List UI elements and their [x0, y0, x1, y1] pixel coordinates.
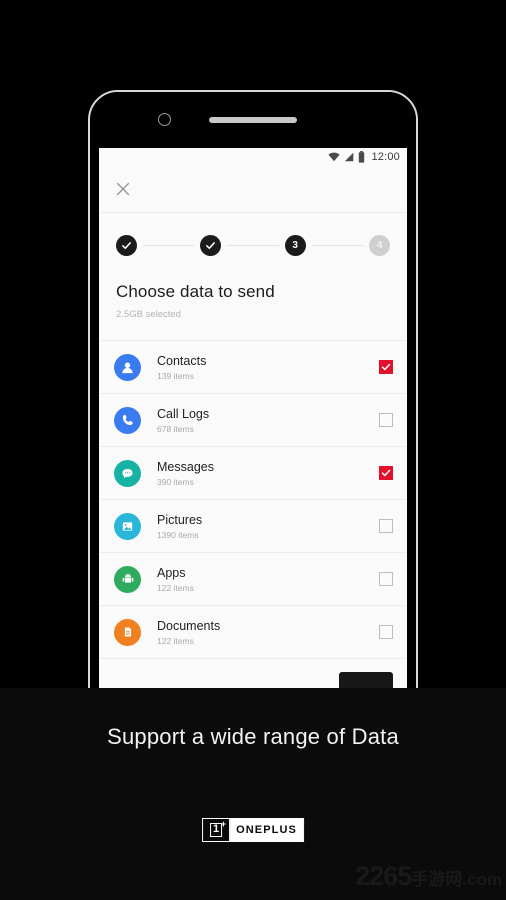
close-icon[interactable]: [112, 178, 134, 200]
step-1-completed[interactable]: [116, 235, 137, 256]
message-icon: [114, 459, 141, 487]
step-connector-2: [227, 245, 279, 246]
list-item-label: Messages: [157, 459, 214, 474]
list-item-label: Apps: [157, 565, 186, 580]
checkbox-pictures[interactable]: [379, 519, 393, 533]
list-item-pictures[interactable]: Pictures 1390 items: [99, 500, 407, 553]
list-item-count: 390 items: [157, 476, 194, 487]
list-item-messages[interactable]: Messages 390 items: [99, 447, 407, 500]
promo-footer: Support a wide range of Data 1 + ONEPLUS…: [0, 688, 506, 900]
list-item-label: Pictures: [157, 512, 203, 527]
checkbox-messages[interactable]: [379, 466, 393, 480]
checkbox-documents[interactable]: [379, 625, 393, 639]
step-connector-1: [143, 245, 195, 246]
android-icon: [114, 565, 141, 593]
step-2-completed[interactable]: [200, 235, 222, 256]
header-block: Choose data to send 2.5GB selected: [99, 276, 407, 340]
list-item-label: Documents: [157, 618, 221, 633]
step-4-pending[interactable]: 4: [368, 235, 390, 256]
wifi-icon: [328, 152, 341, 162]
oneplus-logo-mark: 1 +: [203, 819, 231, 841]
picture-icon: [114, 512, 141, 540]
list-item-contacts[interactable]: Contacts 139 items: [99, 341, 407, 394]
list-item-label: Call Logs: [157, 406, 210, 421]
checkbox-contacts[interactable]: [379, 360, 393, 374]
list-item-text: Apps 122 items: [157, 566, 379, 593]
list-item-count: 139 items: [157, 370, 194, 381]
battery-icon: [358, 151, 365, 163]
list-item-call-logs[interactable]: Call Logs 678 items: [99, 394, 407, 447]
data-type-list: Contacts 139 items Call Logs 678 items M…: [99, 340, 407, 659]
progress-stepper: 3 4: [99, 213, 407, 276]
phone-screen: 12:00 3 4 Choose data to send 2.5GB sele…: [99, 148, 407, 688]
list-item-documents[interactable]: Documents 122 items: [99, 606, 407, 659]
list-item-count: 678 items: [157, 423, 194, 434]
list-item-text: Messages 390 items: [157, 460, 379, 487]
page-title: Choose data to send: [116, 282, 275, 301]
promo-caption: Support a wide range of Data: [107, 724, 399, 749]
list-item-count: 122 items: [157, 582, 194, 593]
document-icon: [114, 618, 141, 646]
contacts-icon: [114, 353, 141, 381]
list-item-count: 1390 items: [157, 529, 199, 540]
list-item-label: Contacts: [157, 353, 207, 368]
logo-plus-sign: +: [220, 819, 227, 829]
phone-device-frame: 12:00 3 4 Choose data to send 2.5GB sele…: [88, 90, 418, 690]
step-3-current[interactable]: 3: [284, 235, 306, 256]
send-button[interactable]: [339, 672, 393, 688]
checkbox-call-logs[interactable]: [379, 413, 393, 427]
phone-icon: [114, 406, 141, 434]
status-bar-clock: 12:00: [371, 151, 400, 163]
oneplus-logo: 1 + ONEPLUS: [202, 818, 304, 842]
list-item-text: Contacts 139 items: [157, 354, 379, 381]
site-watermark: 2265手游网.com: [355, 861, 502, 892]
checkbox-apps[interactable]: [379, 572, 393, 586]
phone-top-bezel: [90, 92, 416, 148]
status-bar: 12:00: [99, 148, 407, 166]
watermark-suffix: 手游网.com: [411, 870, 502, 889]
list-item-count: 122 items: [157, 635, 194, 646]
watermark-number: 2265: [355, 861, 412, 891]
earpiece-speaker: [209, 117, 297, 123]
list-item-text: Pictures 1390 items: [157, 513, 379, 540]
list-item-apps[interactable]: Apps 122 items: [99, 553, 407, 606]
selection-summary: 2.5GB selected: [116, 309, 181, 320]
app-bar: [99, 166, 407, 213]
signal-icon: [344, 152, 354, 162]
list-item-text: Documents 122 items: [157, 619, 379, 646]
front-camera-icon: [158, 113, 171, 126]
list-item-text: Call Logs 678 items: [157, 407, 379, 434]
oneplus-wordmark: ONEPLUS: [230, 819, 303, 841]
promo-screen: 12:00 3 4 Choose data to send 2.5GB sele…: [0, 0, 506, 900]
step-connector-3: [311, 245, 363, 246]
